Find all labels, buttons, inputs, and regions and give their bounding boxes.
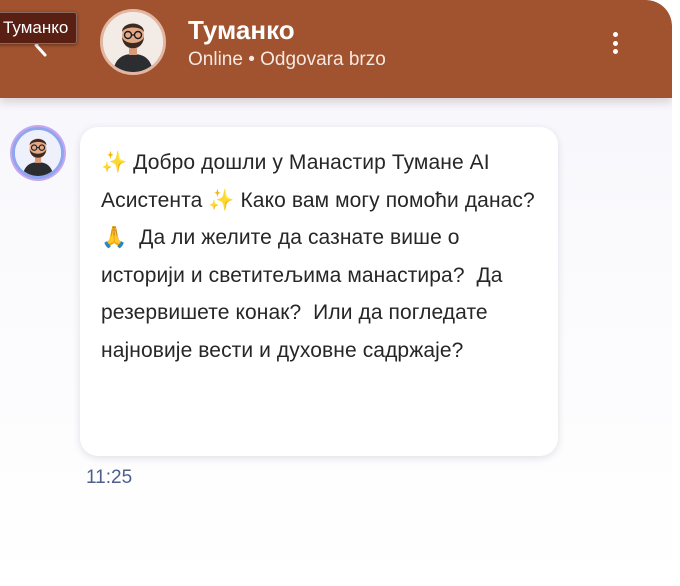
more-vertical-icon	[612, 32, 618, 37]
more-vertical-icon-dot	[612, 40, 618, 46]
bearded-man-avatar-icon	[103, 12, 163, 72]
message-avatar	[12, 127, 64, 179]
chat-window: Туманко Online • Odgovara brzo Туманко ✨…	[0, 0, 672, 586]
chat-header: Туманко Online • Odgovara brzo Туманко	[0, 0, 672, 98]
avatar	[100, 9, 166, 75]
bearded-man-avatar-icon	[15, 130, 61, 176]
more-options-button[interactable]	[600, 26, 630, 60]
message-bubble: ✨ Добро дошли у Манастир Тумане AI Асист…	[80, 127, 558, 456]
message-timestamp: 11:25	[86, 467, 133, 488]
chat-title: Туманко	[188, 15, 295, 45]
chat-status: Online • Odgovara brzo	[188, 49, 386, 70]
tooltip: Туманко	[0, 12, 78, 44]
message-text: ✨ Добро дошли у Манастир Тумане AI Асист…	[101, 151, 541, 362]
chat-screen: Туманко Online • Odgovara brzo Туманко ✨…	[0, 0, 680, 586]
more-vertical-icon-dot	[612, 49, 618, 54]
page-edge	[672, 0, 680, 586]
